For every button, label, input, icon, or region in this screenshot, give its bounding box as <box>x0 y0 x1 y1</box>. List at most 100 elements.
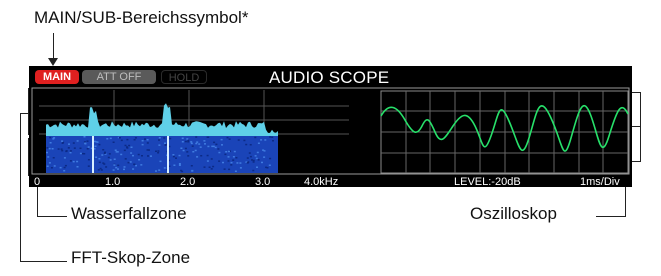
waterfall-speckle <box>232 159 235 161</box>
waterfall-speckle <box>95 156 98 158</box>
waterfall-speckle <box>130 146 133 148</box>
waterfall-speckle <box>83 136 86 138</box>
waterfall-speckle <box>235 157 238 159</box>
waterfall-speckle <box>163 167 166 169</box>
waterfall-speckle <box>101 154 104 156</box>
waterfall-speckle <box>243 139 246 142</box>
waterfall-speckle <box>128 144 131 147</box>
waterfall-speckle <box>133 163 136 165</box>
main-sub-arrow-line <box>53 33 54 61</box>
waterfall-speckle <box>203 166 206 168</box>
waterfall-speckle <box>146 142 149 144</box>
waterfall-speckle <box>196 141 199 143</box>
waterfall-speckle <box>178 163 181 165</box>
waterfall-speckle <box>271 136 274 138</box>
freq-tick-1: 1.0 <box>105 176 120 187</box>
waterfall-speckle <box>200 155 203 157</box>
waterfall-speckle <box>126 138 129 141</box>
main-sub-arrow-head <box>48 58 58 66</box>
waterfall-speckle <box>228 150 230 153</box>
waterfall-speckle <box>63 166 66 169</box>
waterfall-speckle <box>158 144 161 146</box>
waterfall-speckle <box>198 143 201 145</box>
waterfall-speckle <box>215 143 218 146</box>
waterfall-speckle <box>269 136 272 138</box>
waterfall-speckle <box>109 159 112 161</box>
waterfall-speckle <box>81 152 84 155</box>
waterfall-speckle <box>108 153 111 155</box>
waterfall-speckle <box>228 168 231 171</box>
main-sub-symbol-callout: MAIN/SUB-Bereichssymbol* <box>34 8 249 27</box>
waterfall-speckle <box>94 145 97 147</box>
waterfall-speckle <box>155 150 157 152</box>
waterfall-speckle <box>269 157 272 160</box>
waterfall-speckle <box>164 143 167 146</box>
waterfall-speckle <box>217 148 220 150</box>
waterfall-speckle <box>239 167 242 169</box>
waterfall-speckle <box>105 166 108 168</box>
waterfall-speckle <box>48 162 51 164</box>
waterfall-speckle <box>158 137 161 139</box>
waterfall-speckle <box>86 140 89 142</box>
waterfall-speckle <box>158 139 160 141</box>
oscilloscope-callout: Oszilloskop <box>470 204 557 223</box>
waterfall-speckle <box>87 159 90 161</box>
waterfall-speckle <box>260 139 263 141</box>
waterfall-speckle <box>50 167 53 169</box>
waterfall-speckle <box>137 153 140 156</box>
waterfall-speckle <box>181 141 184 143</box>
waterfall-speckle <box>141 143 144 146</box>
waterfall-speckle <box>112 141 115 143</box>
waterfall-speckle <box>133 139 136 141</box>
waterfall-speckle <box>132 154 134 157</box>
waterfall-speckle <box>184 147 187 150</box>
fft-callout: FFT-Skop-Zone <box>71 248 191 267</box>
waterfall-speckle <box>158 169 161 171</box>
waterfall-speckle <box>61 140 64 142</box>
waterfall-speckle <box>138 159 141 161</box>
waterfall-speckle <box>257 159 260 161</box>
waterfall-speckle <box>254 136 257 139</box>
waterfall-speckle <box>230 161 233 164</box>
waterfall-speckle <box>146 139 149 141</box>
waterfall-speckle <box>114 149 117 151</box>
freq-tick-3: 3.0 <box>255 176 270 187</box>
waterfall-speckle <box>268 164 271 166</box>
waterfall-speckle <box>249 155 252 158</box>
waterfall-speckle <box>195 136 198 138</box>
waterfall-speckle <box>263 150 266 152</box>
waterfall-speckle <box>120 153 123 156</box>
waterfall-speckle <box>230 164 233 166</box>
waterfall-speckle <box>141 140 144 142</box>
waterfall-speckle <box>199 146 202 148</box>
waterfall-speckle <box>172 155 175 158</box>
waterfall-speckle <box>222 161 224 164</box>
waterfall-speckle <box>232 156 235 158</box>
waterfall-speckle <box>150 155 152 157</box>
waterfall-speckle <box>69 160 72 162</box>
waterfall-speckle <box>87 146 90 148</box>
waterfall-speckle <box>172 154 175 156</box>
waterfall-speckle <box>144 138 146 140</box>
waterfall-speckle <box>208 166 211 168</box>
waterfall-speckle <box>225 151 228 153</box>
waterfall-speckle <box>47 156 50 158</box>
waterfall-speckle <box>72 160 75 163</box>
waterfall-speckle <box>252 161 255 163</box>
waterfall-speckle <box>99 167 102 170</box>
waterfall-speckle <box>175 157 177 159</box>
waterfall-speckle <box>195 142 198 145</box>
waterfall-speckle <box>190 142 193 145</box>
waterfall-speckle <box>246 162 249 164</box>
waterfall-speckle <box>53 165 56 167</box>
waterfall-speckle <box>220 138 223 141</box>
waterfall-speckle <box>190 165 193 167</box>
waterfall-speckle <box>72 142 75 144</box>
waterfall-speckle <box>194 149 197 152</box>
waterfall-speckle <box>112 169 115 171</box>
waterfall-speckle <box>48 147 51 150</box>
waterfall-speckle <box>123 166 126 168</box>
waterfall-speckle <box>98 158 101 160</box>
waterfall-speckle <box>234 170 237 172</box>
waterfall-speckle <box>124 144 127 147</box>
